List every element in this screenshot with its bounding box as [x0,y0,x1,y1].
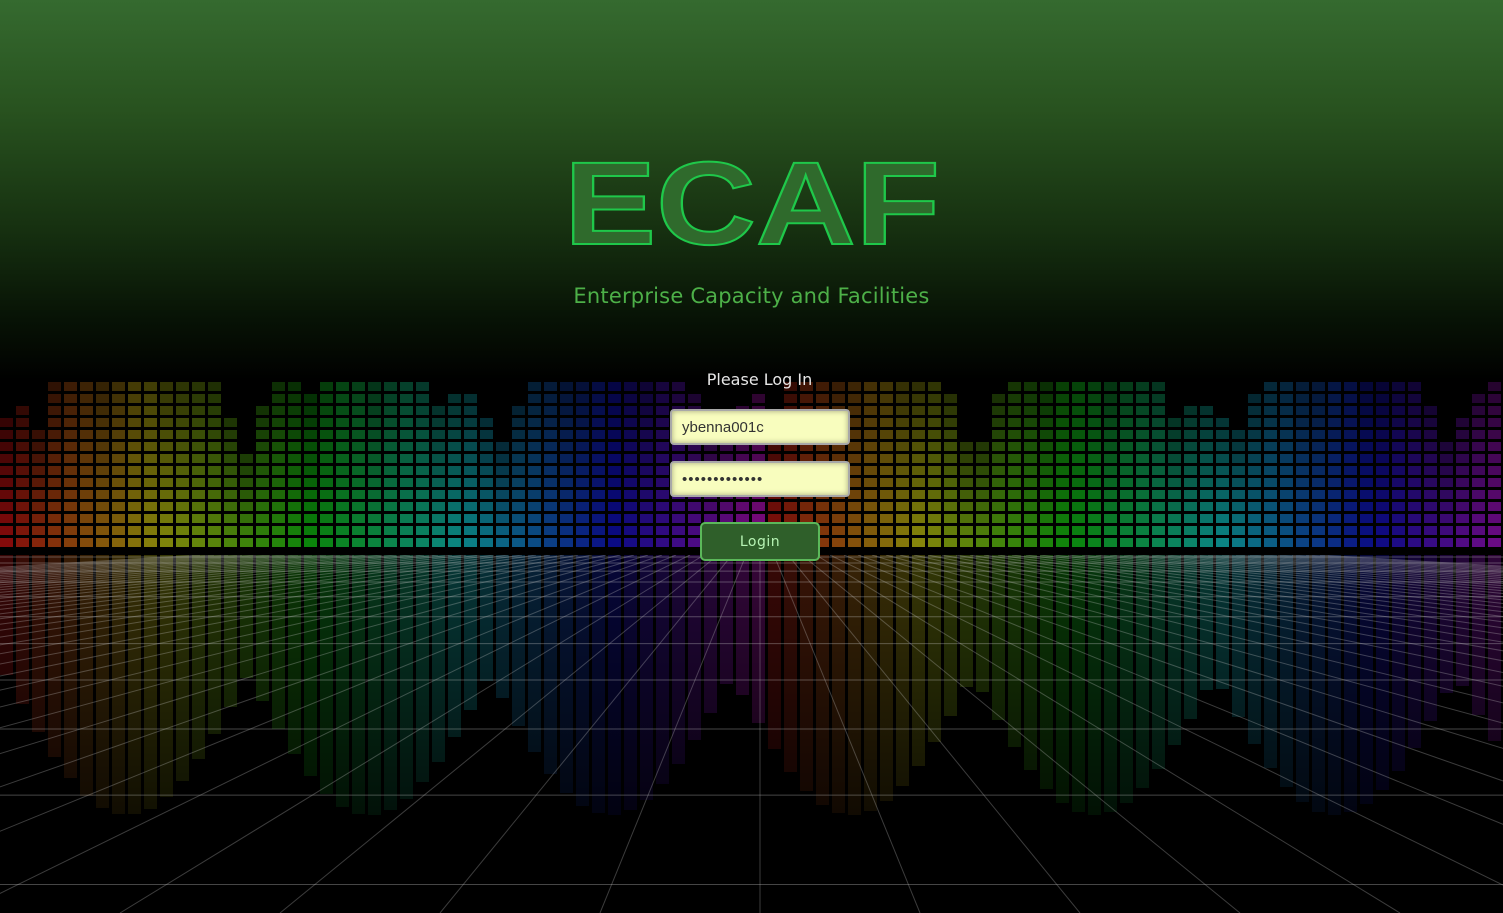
login-page: ECAF Enterprise Capacity and Facilities … [0,0,1503,913]
logo-text: ECAF [564,138,940,258]
password-input[interactable] [670,461,850,497]
app-subtitle: Enterprise Capacity and Facilities [573,284,930,308]
login-prompt: Please Log In [706,370,813,389]
login-button[interactable]: Login [700,522,820,561]
grid-floor-background [0,555,1503,913]
ecaf-logo: ECAF [0,138,1503,263]
username-input[interactable] [670,409,850,445]
